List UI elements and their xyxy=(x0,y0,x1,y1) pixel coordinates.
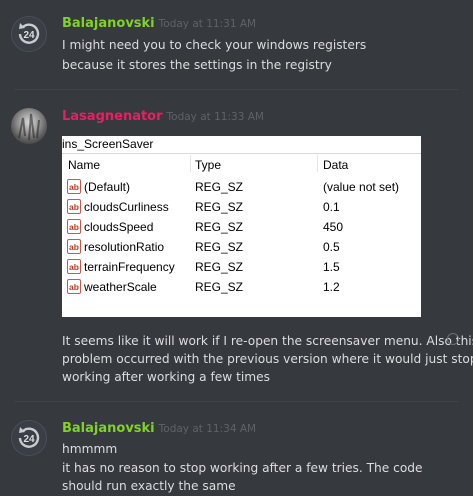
value-name: weatherScale xyxy=(84,280,157,294)
value-data: 0.5 xyxy=(323,240,340,254)
refresh-24-icon: 24 xyxy=(12,421,46,455)
user-avatar[interactable]: 24 xyxy=(11,420,47,456)
column-header-data: Data xyxy=(323,158,349,172)
author-name[interactable]: Lasagnenator xyxy=(62,109,163,124)
message-header: Balajanovski Today at 11:34 AM xyxy=(62,421,256,436)
value-type: REG_SZ xyxy=(195,240,244,254)
registry-key-name: ins_ScreenSaver xyxy=(62,136,421,154)
message-text: hmmmm xyxy=(62,442,118,456)
value-type: REG_SZ xyxy=(195,200,244,214)
message-text: It seems like it will work if I re-open … xyxy=(62,334,473,348)
value-type: REG_SZ xyxy=(195,260,244,274)
value-name: resolutionRatio xyxy=(84,240,165,254)
message-group: 24 Balajanovski Today at 11:34 AM hmmmm i… xyxy=(0,402,473,494)
svg-text:24: 24 xyxy=(23,30,35,41)
column-separator xyxy=(317,155,318,172)
user-avatar[interactable]: 24 xyxy=(11,16,47,52)
value-name: terrainFrequency xyxy=(84,260,175,274)
registry-screenshot[interactable]: ins_ScreenSaver Name Type Data ab (Defau… xyxy=(62,136,421,317)
registry-row: ab weatherScale REG_SZ 1.2 xyxy=(62,277,421,297)
message-text: I might need you to check your windows r… xyxy=(62,38,367,52)
registry-row: ab (Default) REG_SZ (value not set) xyxy=(62,177,421,197)
registry-row: ab cloudsSpeed REG_SZ 450 xyxy=(62,217,421,237)
column-header-name: Name xyxy=(68,158,101,172)
registry-row: ab cloudsCurliness REG_SZ 0.1 xyxy=(62,197,421,217)
message-header: Balajanovski Today at 11:31 AM xyxy=(62,16,256,31)
refresh-24-icon: 24 xyxy=(12,17,46,51)
message-text: working after working a few times xyxy=(62,370,270,384)
message-header: Lasagnenator Today at 11:33 AM xyxy=(62,109,264,124)
value-name: cloudsSpeed xyxy=(84,220,154,234)
registry-row: ab resolutionRatio REG_SZ 0.5 xyxy=(62,237,421,257)
value-type: REG_SZ xyxy=(195,180,244,194)
value-name: cloudsCurliness xyxy=(84,200,169,214)
user-avatar[interactable] xyxy=(11,108,47,144)
author-name[interactable]: Balajanovski xyxy=(62,421,155,436)
value-data: 1.5 xyxy=(323,260,340,274)
message-text: should run exactly the same xyxy=(62,479,236,493)
value-data: 450 xyxy=(323,220,344,234)
value-data: 0.1 xyxy=(323,200,340,214)
value-data: 1.2 xyxy=(323,280,340,294)
ab-string-icon: ab xyxy=(67,219,81,234)
timestamp: Today at 11:34 AM xyxy=(158,423,257,435)
photo-avatar xyxy=(18,113,40,141)
timestamp: Today at 11:31 AM xyxy=(158,18,257,30)
add-reaction-icon[interactable] xyxy=(447,333,459,345)
registry-row: ab terrainFrequency REG_SZ 1.5 xyxy=(62,257,421,277)
author-name[interactable]: Balajanovski xyxy=(62,16,155,31)
message-text: it has no reason to stop working after a… xyxy=(62,461,423,475)
message-text: problem occurred with the previous versi… xyxy=(62,352,473,366)
message-group: 24 Balajanovski Today at 11:31 AM I might… xyxy=(0,0,473,90)
value-data: (value not set) xyxy=(323,180,400,194)
ab-string-icon: ab xyxy=(67,199,81,214)
svg-text:24: 24 xyxy=(23,434,35,445)
message-text: because it stores the settings in the re… xyxy=(62,58,332,72)
ab-string-icon: ab xyxy=(67,279,81,294)
ab-string-icon: ab xyxy=(67,259,81,274)
value-type: REG_SZ xyxy=(195,220,244,234)
column-separator xyxy=(190,155,191,172)
ab-string-icon: ab xyxy=(67,179,81,194)
value-type: REG_SZ xyxy=(195,280,244,294)
timestamp: Today at 11:33 AM xyxy=(166,111,264,123)
ab-string-icon: ab xyxy=(67,239,81,254)
column-header-type: Type xyxy=(195,158,222,172)
value-name: (Default) xyxy=(84,180,131,194)
